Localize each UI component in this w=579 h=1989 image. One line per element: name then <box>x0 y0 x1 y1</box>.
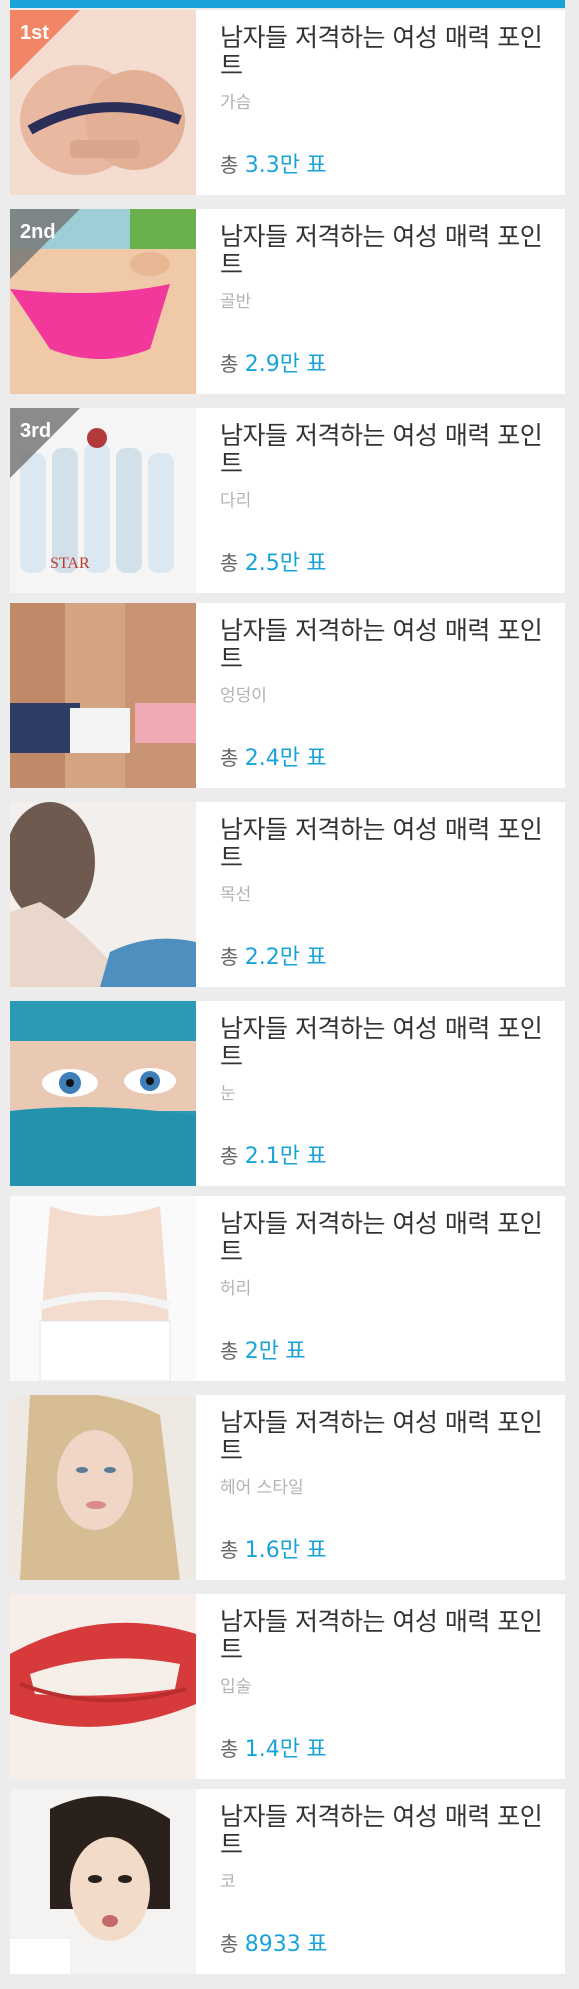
rank-badge <box>10 209 80 279</box>
item-subtitle: 골반 <box>220 292 252 312</box>
item-subtitle: 허리 <box>220 1279 252 1299</box>
item-title: 남자들 저격하는 여성 매력 포인트 <box>220 1209 543 1266</box>
vote-count: 총 2.9만 표 <box>220 352 327 377</box>
ranking-card-1[interactable]: 1st 남자들 저격하는 여성 매력 포인트 가슴 총 3.3만 표 <box>10 10 565 195</box>
ranking-card-2[interactable]: 2nd 남자들 저격하는 여성 매력 포인트 골반 총 2.9만 표 <box>10 209 565 394</box>
thumbnail-image <box>10 1789 196 1974</box>
item-title: 남자들 저격하는 여성 매력 포인트 <box>220 421 543 478</box>
item-title: 남자들 저격하는 여성 매력 포인트 <box>220 1014 543 1071</box>
item-title: 남자들 저격하는 여성 매력 포인트 <box>220 1408 543 1465</box>
top-accent-bar <box>10 0 565 8</box>
item-subtitle: 다리 <box>220 491 252 511</box>
item-subtitle: 코 <box>220 1872 236 1892</box>
thumbnail-image <box>10 603 196 788</box>
vote-count: 총 2.1만 표 <box>220 1144 327 1169</box>
rank-label: 1st <box>20 22 49 44</box>
ranking-card-4[interactable]: 남자들 저격하는 여성 매력 포인트 엉덩이 총 2.4만 표 <box>10 603 565 788</box>
item-subtitle: 엉덩이 <box>220 686 267 706</box>
item-subtitle: 가슴 <box>220 93 252 113</box>
thumbnail-image <box>10 1001 196 1186</box>
ranking-card-8[interactable]: 남자들 저격하는 여성 매력 포인트 헤어 스타일 총 1.6만 표 <box>10 1395 565 1580</box>
rank-label: 2nd <box>20 221 56 243</box>
thumbnail-image <box>10 1395 196 1580</box>
item-title: 남자들 저격하는 여성 매력 포인트 <box>220 1802 543 1859</box>
rank-badge <box>10 408 80 478</box>
item-subtitle: 헤어 스타일 <box>220 1478 304 1498</box>
vote-count: 총 1.4만 표 <box>220 1737 327 1762</box>
vote-count: 총 1.6만 표 <box>220 1538 327 1563</box>
ranking-card-6[interactable]: 남자들 저격하는 여성 매력 포인트 눈 총 2.1만 표 <box>10 1001 565 1186</box>
thumbnail-image <box>10 1594 196 1779</box>
item-title: 남자들 저격하는 여성 매력 포인트 <box>220 23 543 80</box>
item-subtitle: 목선 <box>220 885 252 905</box>
vote-count: 총 8933 표 <box>220 1932 328 1957</box>
vote-count: 총 2.4만 표 <box>220 746 327 771</box>
vote-count: 총 2만 표 <box>220 1339 306 1364</box>
item-title: 남자들 저격하는 여성 매력 포인트 <box>220 815 543 872</box>
vote-count: 총 2.2만 표 <box>220 945 327 970</box>
vote-count: 총 2.5만 표 <box>220 551 327 576</box>
item-title: 남자들 저격하는 여성 매력 포인트 <box>220 222 543 279</box>
thumbnail-image <box>10 802 196 987</box>
item-title: 남자들 저격하는 여성 매력 포인트 <box>220 1607 543 1664</box>
ranking-card-10[interactable]: 남자들 저격하는 여성 매력 포인트 코 총 8933 표 <box>10 1789 565 1974</box>
item-subtitle: 눈 <box>220 1084 236 1104</box>
item-subtitle: 입술 <box>220 1677 252 1697</box>
ranking-card-7[interactable]: 남자들 저격하는 여성 매력 포인트 허리 총 2만 표 <box>10 1196 565 1381</box>
vote-count: 총 3.3만 표 <box>220 153 327 178</box>
item-title: 남자들 저격하는 여성 매력 포인트 <box>220 616 543 673</box>
svg-text:STAR: STAR <box>50 555 90 572</box>
thumbnail-image <box>10 1196 196 1381</box>
rank-badge <box>10 10 80 80</box>
ranking-card-9[interactable]: 남자들 저격하는 여성 매력 포인트 입술 총 1.4만 표 <box>10 1594 565 1779</box>
ranking-card-3[interactable]: STAR 3rd 남자들 저격하는 여성 매력 포인트 다리 총 2.5만 표 <box>10 408 565 593</box>
ranking-card-5[interactable]: 남자들 저격하는 여성 매력 포인트 목선 총 2.2만 표 <box>10 802 565 987</box>
rank-label: 3rd <box>20 420 52 442</box>
